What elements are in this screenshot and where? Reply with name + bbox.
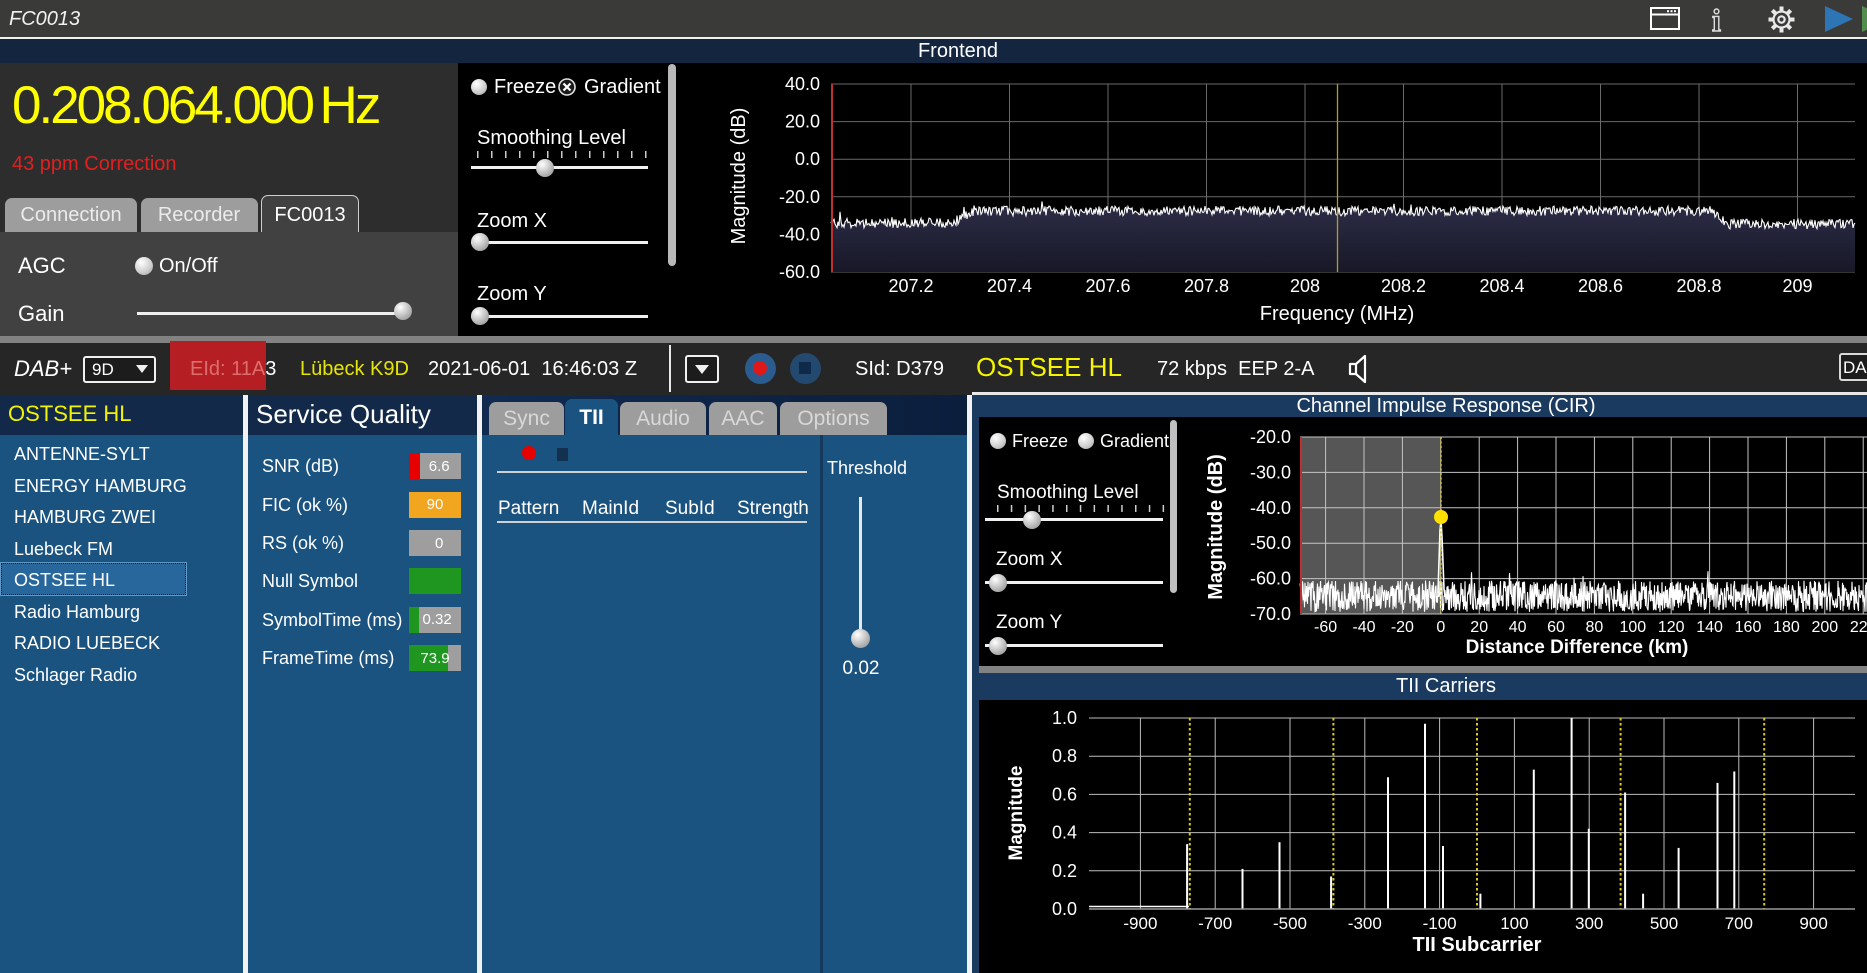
svg-text:0: 0 — [1436, 619, 1445, 636]
svg-text:500: 500 — [1650, 914, 1678, 933]
svg-text:20.0: 20.0 — [785, 112, 820, 132]
svg-text:208.6: 208.6 — [1578, 276, 1623, 296]
svg-text:207.8: 207.8 — [1184, 276, 1229, 296]
svg-text:207.6: 207.6 — [1085, 276, 1130, 296]
svg-text:0.6: 0.6 — [1052, 784, 1077, 804]
svg-text:0.4: 0.4 — [1052, 823, 1077, 843]
svg-text:208: 208 — [1290, 276, 1320, 296]
svg-text:-30.0: -30.0 — [1250, 462, 1291, 482]
svg-text:TII Subcarrier: TII Subcarrier — [1413, 934, 1542, 956]
svg-text:207.4: 207.4 — [987, 276, 1032, 296]
svg-text:200: 200 — [1811, 619, 1838, 636]
svg-text:-50.0: -50.0 — [1250, 533, 1291, 553]
svg-text:700: 700 — [1725, 914, 1753, 933]
svg-text:208.2: 208.2 — [1381, 276, 1426, 296]
svg-text:-20.0: -20.0 — [779, 187, 820, 207]
svg-text:140: 140 — [1696, 619, 1723, 636]
svg-text:-60: -60 — [1314, 619, 1337, 636]
svg-text:-70.0: -70.0 — [1250, 604, 1291, 624]
svg-text:Magnitude: Magnitude — [1006, 766, 1027, 861]
svg-text:0.2: 0.2 — [1052, 861, 1077, 881]
svg-text:Frequency (MHz): Frequency (MHz) — [1260, 303, 1414, 325]
svg-text:Magnitude (dB): Magnitude (dB) — [1205, 454, 1227, 600]
svg-text:0.8: 0.8 — [1052, 746, 1077, 766]
svg-text:-40: -40 — [1352, 619, 1375, 636]
svg-text:-40.0: -40.0 — [1250, 498, 1291, 518]
svg-text:Magnitude (dB): Magnitude (dB) — [728, 108, 750, 245]
svg-text:-20: -20 — [1391, 619, 1414, 636]
svg-text:-900: -900 — [1123, 914, 1157, 933]
svg-text:180: 180 — [1773, 619, 1800, 636]
svg-text:-20.0: -20.0 — [1250, 427, 1291, 447]
svg-text:40.0: 40.0 — [785, 74, 820, 94]
svg-text:60: 60 — [1547, 619, 1565, 636]
svg-text:40: 40 — [1509, 619, 1527, 636]
svg-text:Distance Difference (km): Distance Difference (km) — [1466, 637, 1689, 658]
svg-text:20: 20 — [1470, 619, 1488, 636]
svg-text:0.0: 0.0 — [1052, 899, 1077, 919]
svg-text:-60.0: -60.0 — [1250, 569, 1291, 589]
svg-text:-500: -500 — [1273, 914, 1307, 933]
svg-text:208.8: 208.8 — [1676, 276, 1721, 296]
svg-text:0.0: 0.0 — [795, 149, 820, 169]
svg-text:300: 300 — [1575, 914, 1603, 933]
svg-text:208.4: 208.4 — [1479, 276, 1524, 296]
svg-text:900: 900 — [1799, 914, 1827, 933]
svg-text:-300: -300 — [1348, 914, 1382, 933]
svg-text:1.0: 1.0 — [1052, 708, 1077, 728]
svg-text:207.2: 207.2 — [888, 276, 933, 296]
svg-text:220: 220 — [1850, 619, 1867, 636]
svg-text:160: 160 — [1735, 619, 1762, 636]
svg-text:100: 100 — [1500, 914, 1528, 933]
svg-text:120: 120 — [1658, 619, 1685, 636]
svg-text:80: 80 — [1586, 619, 1604, 636]
svg-text:100: 100 — [1619, 619, 1646, 636]
svg-text:-60.0: -60.0 — [779, 262, 820, 282]
svg-text:-100: -100 — [1423, 914, 1457, 933]
svg-text:-700: -700 — [1198, 914, 1232, 933]
svg-text:-40.0: -40.0 — [779, 224, 820, 244]
svg-text:209: 209 — [1782, 276, 1812, 296]
